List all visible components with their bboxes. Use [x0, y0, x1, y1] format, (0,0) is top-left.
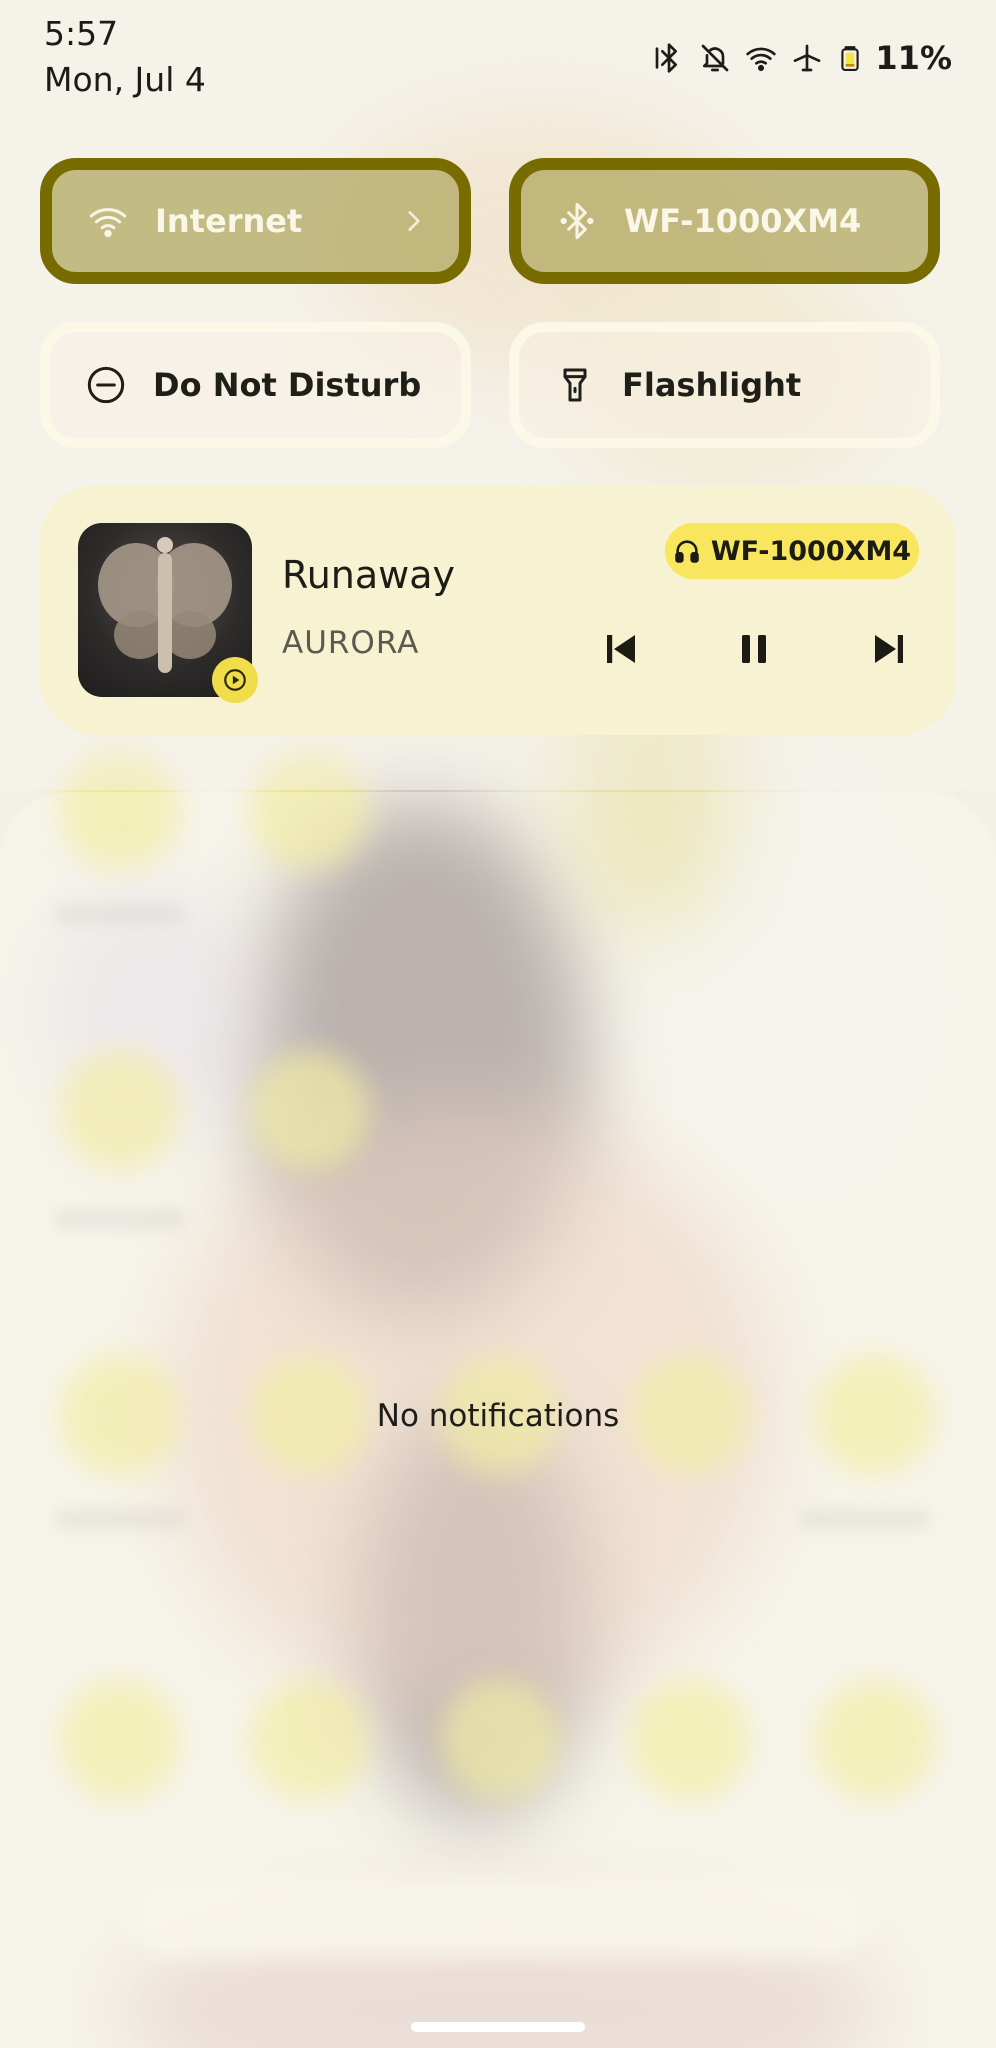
skip-previous-icon[interactable]	[597, 625, 645, 673]
tile-internet-label: Internet	[155, 202, 303, 240]
bell-off-icon	[702, 44, 729, 72]
bluetooth-icon	[656, 43, 678, 73]
skip-next-icon[interactable]	[865, 625, 913, 673]
battery-percent: 11%	[875, 39, 952, 77]
chevron-right-icon	[408, 211, 420, 231]
airplane-icon	[794, 44, 821, 72]
headphones-icon	[675, 540, 699, 563]
clock: 5:57	[44, 14, 119, 53]
output-device-chip[interactable]: WF-1000XM4	[665, 523, 919, 579]
dnd-icon	[87, 366, 125, 404]
gesture-handle[interactable]	[411, 2022, 585, 2032]
tile-flashlight-label: Flashlight	[622, 366, 802, 404]
flashlight-icon	[563, 368, 587, 402]
bluetooth-icon	[560, 202, 594, 240]
output-device-label: WF-1000XM4	[710, 535, 912, 567]
tile-bluetooth[interactable]: WF-1000XM4	[509, 158, 940, 284]
battery-icon	[841, 46, 860, 71]
status-icons: 11%	[653, 38, 952, 78]
no-notifications-text: No notifications	[376, 1398, 620, 1434]
date: Mon, Jul 4	[44, 60, 206, 99]
tile-do-not-disturb[interactable]: Do Not Disturb	[40, 322, 471, 448]
track-artist: AURORA	[282, 625, 420, 661]
wifi-icon	[89, 208, 127, 238]
tile-internet[interactable]: Internet	[40, 158, 471, 284]
media-player[interactable]: Runaway AURORA WF-1000XM4	[40, 485, 956, 735]
wifi-icon	[746, 47, 777, 72]
tile-dnd-label: Do Not Disturb	[153, 366, 422, 404]
tile-flashlight[interactable]: Flashlight	[509, 322, 940, 448]
play-circle-icon[interactable]	[212, 657, 258, 703]
pause-icon[interactable]	[730, 625, 778, 673]
tile-bluetooth-label: WF-1000XM4	[624, 202, 862, 240]
track-title: Runaway	[282, 553, 456, 597]
